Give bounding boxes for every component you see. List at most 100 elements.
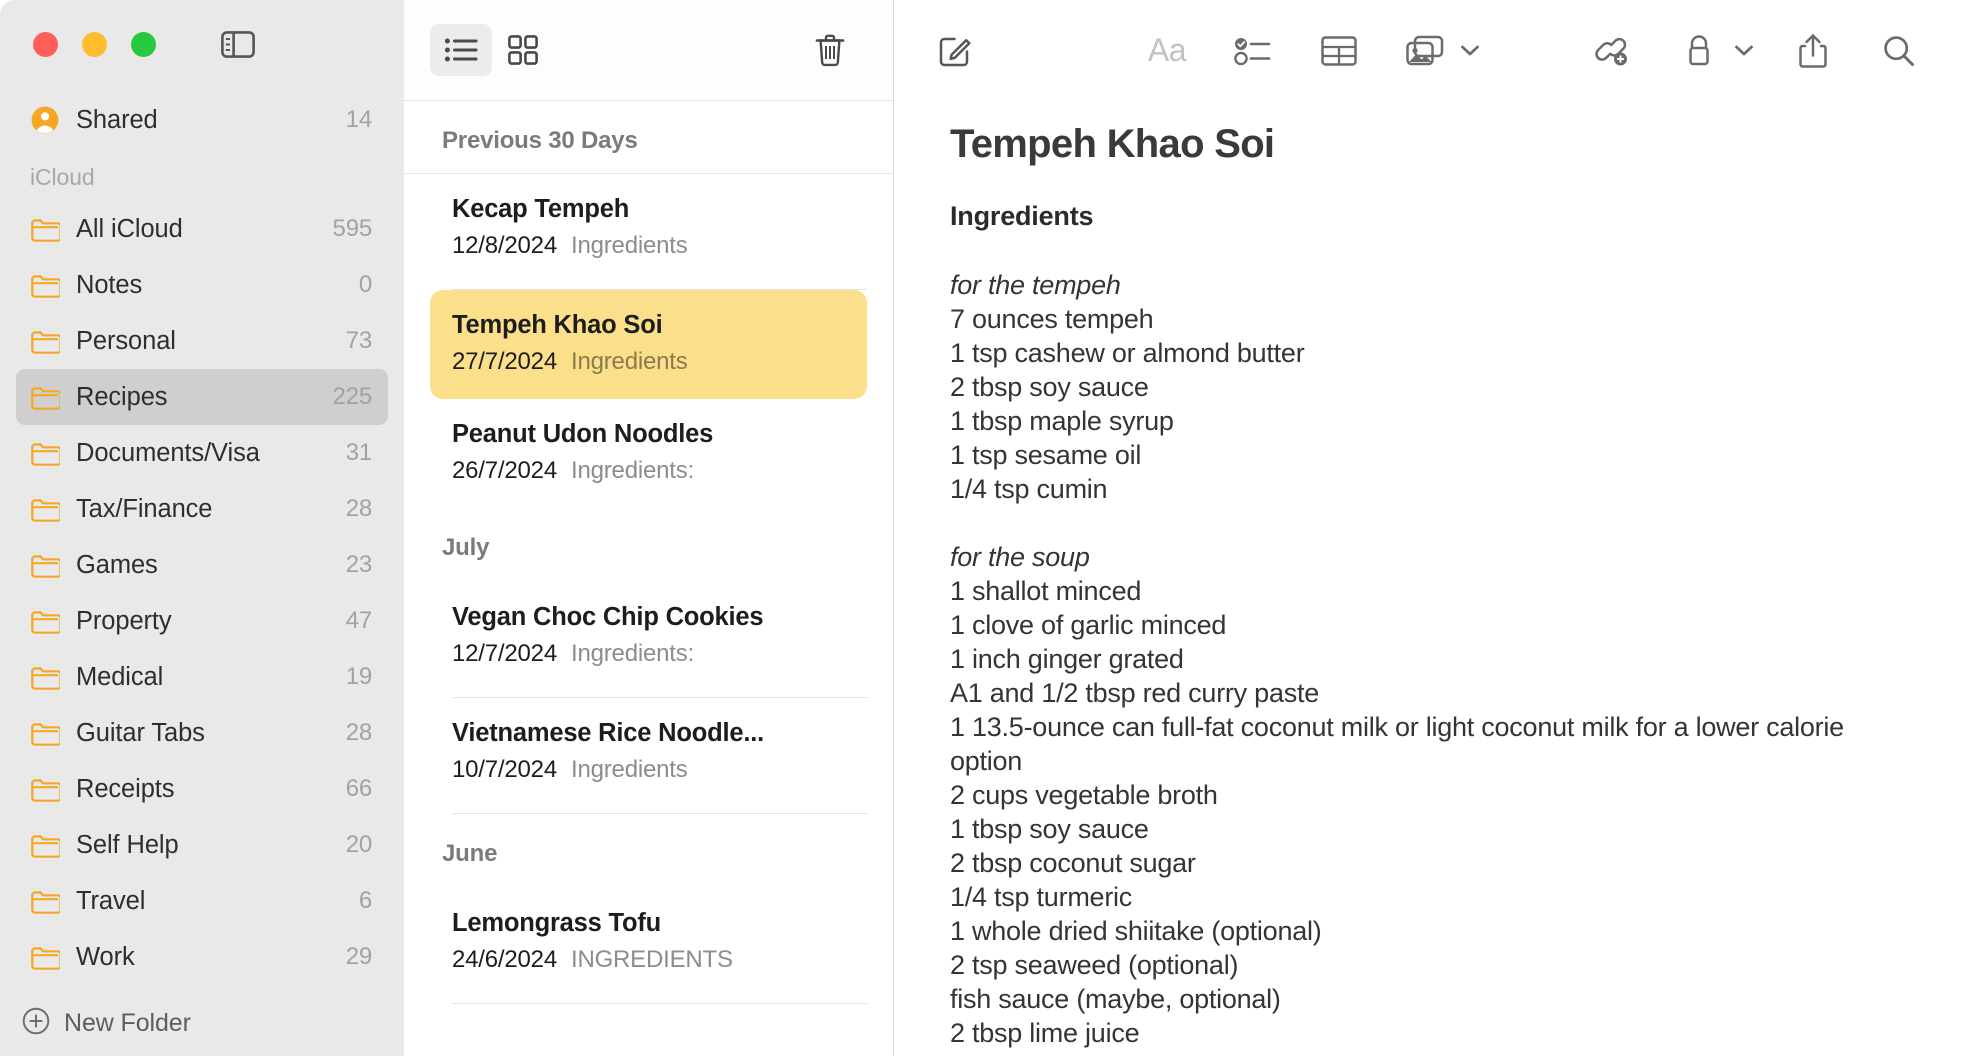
note-list-item[interactable]: Peanut Udon Noodles 26/7/2024 Ingredients: [430, 399, 867, 508]
folder-icon [30, 662, 60, 692]
sidebar-item-notes[interactable]: Notes 0 [16, 257, 388, 313]
note-date: 24/6/2024 [452, 946, 557, 974]
sidebar-item-count: 47 [345, 607, 372, 634]
note-list-item[interactable]: Kecap Tempeh 12/8/2024 Ingredients [430, 174, 867, 283]
note-ingredient-line: 1 tbsp maple syrup [950, 406, 1174, 437]
chevron-down-icon[interactable] [1730, 44, 1758, 57]
sidebar-item-count: 73 [345, 327, 372, 354]
sidebar-item-count: 6 [358, 887, 372, 914]
trash-icon[interactable] [799, 24, 861, 76]
folder-icon [30, 886, 60, 916]
folder-icon [30, 718, 60, 748]
folder-icon [30, 382, 60, 412]
sidebar-item-all-icloud[interactable]: All iCloud 595 [16, 201, 388, 257]
note-preview: Ingredients [570, 231, 688, 259]
format-label: Aa [1147, 32, 1187, 68]
note-list-item[interactable]: Tempeh Khao Soi 27/7/2024 Ingredients [430, 290, 867, 400]
sidebar-item-medical[interactable]: Medical 19 [16, 649, 388, 705]
sidebar-item-travel[interactable]: Travel 6 [16, 873, 388, 929]
sidebar-item-count: 23 [345, 551, 372, 578]
table-icon[interactable] [1308, 23, 1370, 79]
add-link-icon[interactable] [1582, 23, 1644, 79]
media-insert-icon[interactable] [1394, 23, 1456, 79]
note-meta: 12/7/2024 Ingredients: [452, 638, 845, 669]
sidebar-item-count: 29 [345, 943, 372, 970]
note-list-item[interactable]: Vietnamese Rice Noodle... 10/7/2024 Ingred… [430, 698, 867, 807]
folder-icon [30, 270, 60, 300]
sidebar-toggle-icon[interactable] [218, 28, 258, 60]
note-date: 12/8/2024 [452, 231, 557, 259]
note-ingredient-line: 2 cups vegetable broth [950, 780, 1218, 811]
sidebar-item-self-help[interactable]: Self Help 20 [16, 817, 388, 873]
sidebar-item-label: Tax/Finance [76, 494, 213, 523]
sidebar-item-guitar-tabs[interactable]: Guitar Tabs 28 [16, 705, 388, 761]
share-icon[interactable] [1782, 23, 1844, 79]
sidebar-item-label: Property [76, 606, 172, 635]
note-meta: 24/6/2024 INGREDIENTS [452, 944, 845, 975]
note-heading: Ingredients [950, 201, 1094, 231]
lock-icon[interactable] [1668, 23, 1730, 79]
note-meta: 12/8/2024 Ingredients [452, 230, 845, 261]
note-title: Peanut Udon Noodles [452, 420, 714, 449]
note-ingredient-line: 1 shallot minced [950, 576, 1142, 607]
sidebar-item-recipes[interactable]: Recipes 225 [16, 369, 388, 425]
note-ingredient-line: 1/4 tsp turmeric [950, 882, 1133, 913]
note-ingredient-line: 1/4 tsp cumin [950, 474, 1108, 505]
sidebar-item-label: Notes [76, 270, 143, 299]
sidebar-item-label: Travel [76, 886, 146, 915]
note-ingredient-line: fish sauce (maybe, optional) [950, 984, 1281, 1015]
note-title: Vietnamese Rice Noodle... [452, 719, 764, 748]
text-format-icon[interactable]: Aa [1136, 23, 1198, 79]
sidebar-item-documents-visa[interactable]: Documents/Visa 31 [16, 425, 388, 481]
sidebar-section-icloud: iCloud [30, 164, 95, 190]
chevron-down-icon[interactable] [1456, 44, 1484, 57]
list-separator [452, 1003, 867, 1005]
note-ingredient-line: 1 whole dried shiitake (optional) [950, 916, 1322, 947]
sidebar-item-games[interactable]: Games 23 [16, 537, 388, 593]
folder-icon [30, 942, 60, 972]
zoom-window-button[interactable] [131, 31, 156, 57]
note-body: for the tempeh 7 ounces tempeh 1 tsp cashe… [950, 234, 1908, 1050]
note-preview: Ingredients [570, 347, 688, 375]
note-title: Vegan Choc Chip Cookies [452, 603, 764, 632]
sidebar-item-count: 31 [345, 439, 372, 466]
sidebar-item-receipts[interactable]: Receipts 66 [16, 761, 388, 817]
note-ingredient-line: 2 tbsp coconut sugar [950, 848, 1196, 879]
sidebar-item-personal[interactable]: Personal 73 [16, 313, 388, 369]
sidebar-item-label: Receipts [76, 774, 175, 803]
close-window-button[interactable] [33, 31, 58, 57]
note-list-item[interactable]: Lemongrass Tofu 24/6/2024 INGREDIENTS [430, 888, 867, 997]
compose-note-icon[interactable] [924, 23, 986, 79]
gallery-view-icon[interactable] [492, 24, 554, 76]
folder-icon [30, 214, 60, 244]
note-ingredient-line: 1 inch ginger grated [950, 644, 1184, 675]
list-view-icon[interactable] [430, 24, 492, 76]
folder-icon [30, 606, 60, 636]
note-section-label: for the soup [950, 542, 1090, 573]
note-list-item[interactable]: Vegan Choc Chip Cookies 12/7/2024 Ingredie… [430, 582, 867, 691]
sidebar-item-count: 225 [332, 383, 373, 410]
new-folder-button[interactable]: New Folder [0, 990, 404, 1056]
sidebar-scroll-area: Shared 14 iCloud All iCloud 595 Notes 0 Pe… [0, 88, 404, 990]
sidebar-item-tax-finance[interactable]: Tax/Finance 28 [16, 481, 388, 537]
search-icon[interactable] [1868, 23, 1930, 79]
folder-icon [30, 494, 60, 524]
checklist-icon[interactable] [1222, 23, 1284, 79]
minimize-window-button[interactable] [82, 31, 107, 57]
note-editor-column: Aa Tempeh Khao Soi Ingredients for the t… [894, 0, 1964, 1056]
note-ingredient-line: 1 tsp cashew or almond butter [950, 338, 1305, 369]
sidebar-item-work[interactable]: Work 29 [16, 929, 388, 985]
notes-list-column: Previous 30 Days Kecap Tempeh 12/8/2024 Ing… [404, 0, 894, 1056]
sidebar-item-label: Games [76, 550, 158, 579]
note-ingredient-line: 1 tsp sesame oil [950, 440, 1142, 471]
sidebar-item-property[interactable]: Property 47 [16, 593, 388, 649]
sidebar: Shared 14 iCloud All iCloud 595 Notes 0 Pe… [0, 0, 404, 1056]
sidebar-item-label: Medical [76, 662, 164, 691]
note-preview: Ingredients: [570, 457, 694, 484]
note-date: 10/7/2024 [452, 756, 557, 784]
note-preview: Ingredients: [570, 640, 694, 668]
note-content-area[interactable]: Tempeh Khao Soi Ingredients for the temp… [894, 101, 1964, 1056]
sidebar-item-shared[interactable]: Shared 14 [16, 92, 388, 148]
note-meta: 10/7/2024 Ingredients [452, 754, 845, 785]
note-title: Kecap Tempeh [452, 195, 630, 223]
